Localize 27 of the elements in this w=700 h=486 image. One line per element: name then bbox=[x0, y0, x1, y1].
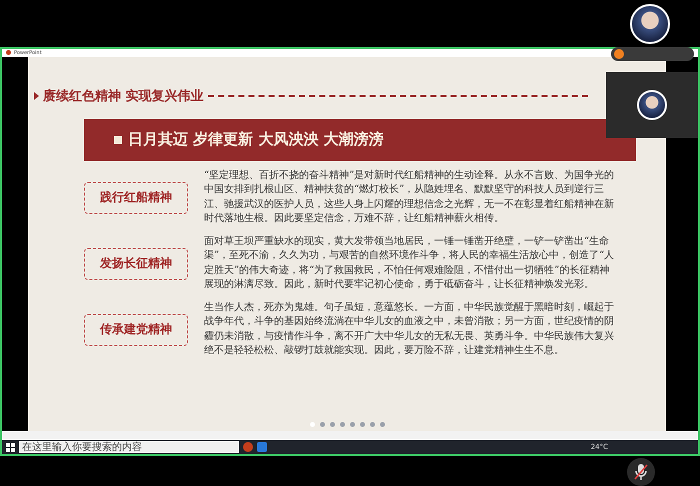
app-icon[interactable] bbox=[257, 442, 267, 452]
banner-title: 日月其迈 岁律更新 大风泱泱 大潮滂滂 bbox=[128, 130, 384, 150]
search-field[interactable]: 在这里输入你要搜索的内容 bbox=[19, 441, 239, 453]
arrow-icon bbox=[34, 92, 39, 100]
section-label: 践行红船精神 bbox=[84, 182, 188, 214]
page-dot[interactable] bbox=[370, 422, 374, 427]
user-avatar bbox=[637, 90, 667, 120]
page-dot[interactable] bbox=[330, 422, 334, 427]
page-dot[interactable] bbox=[320, 422, 324, 427]
paragraph: “坚定理想、百折不挠的奋斗精神”是对新时代红船精神的生动诠释。从永不言败、为国争光的中国女排到扎根山区、精神扶贫的“燃灯校长”，从隐姓埋名、默默坚守的科技人员到逆行三江、驰援武汉的医护人员，这些人身上闪耀的理想信念之光辉，无一不在彰显着红船精神在新时代落地生根。因此要坚定信念，万难不辞，让红船精神薪火相传。 bbox=[204, 168, 616, 226]
paragraph: 生当作人杰，死亦为鬼雄。句子虽短，意蕴悠长。一方面，中华民族觉醒于黑暗时刻，崛起于战争年代，斗争的基因始终流淌在中华儿女的血液之中，未曾消散；另一方面，世纪疫情的阴霾仍未消散，与疫情作斗争，离不开广大中华儿女的无私无畏、英勇斗争。中华民族伟大复兴绝不是轻轻松松、敲锣打鼓就能实现。因此，要万险不辞，让建党精神生生不息。 bbox=[204, 300, 615, 358]
windows-icon[interactable] bbox=[6, 442, 15, 452]
paragraph: 面对草王坝严重缺水的现实，黄大发带领当地居民，一锤一锤凿开绝壁，一铲一铲凿出“生命渠”，至死不渝，久久为功，与艰苦的自然环境作斗争，将人民的幸福生活放心中，创造了“人定胜天”的伟大奇迹，将“为了救国救民，不怕任何艰难险阻，不惜付出一切牺牲”的长征精神展现的淋漓尽致。因此，新时代要牢记初心使命，勇于砥砺奋斗，让长征精神焕发光彩。 bbox=[204, 234, 616, 292]
page-dot[interactable] bbox=[380, 422, 384, 427]
user-avatar bbox=[630, 4, 670, 44]
slide-heading: 赓续红色精神 实现复兴伟业 bbox=[43, 88, 204, 105]
square-icon bbox=[114, 136, 122, 144]
page-dot[interactable] bbox=[350, 422, 354, 427]
section-label: 发扬长征精神 bbox=[84, 248, 188, 280]
section-label: 传承建党精神 bbox=[84, 314, 188, 346]
powerpoint-icon bbox=[6, 50, 11, 56]
microphone-icon bbox=[633, 463, 649, 481]
microphone-button[interactable] bbox=[627, 458, 655, 486]
page-dot[interactable] bbox=[310, 422, 314, 427]
powerpoint-icon[interactable] bbox=[243, 442, 253, 452]
page-dot[interactable] bbox=[360, 422, 364, 427]
page-dot[interactable] bbox=[340, 422, 344, 427]
